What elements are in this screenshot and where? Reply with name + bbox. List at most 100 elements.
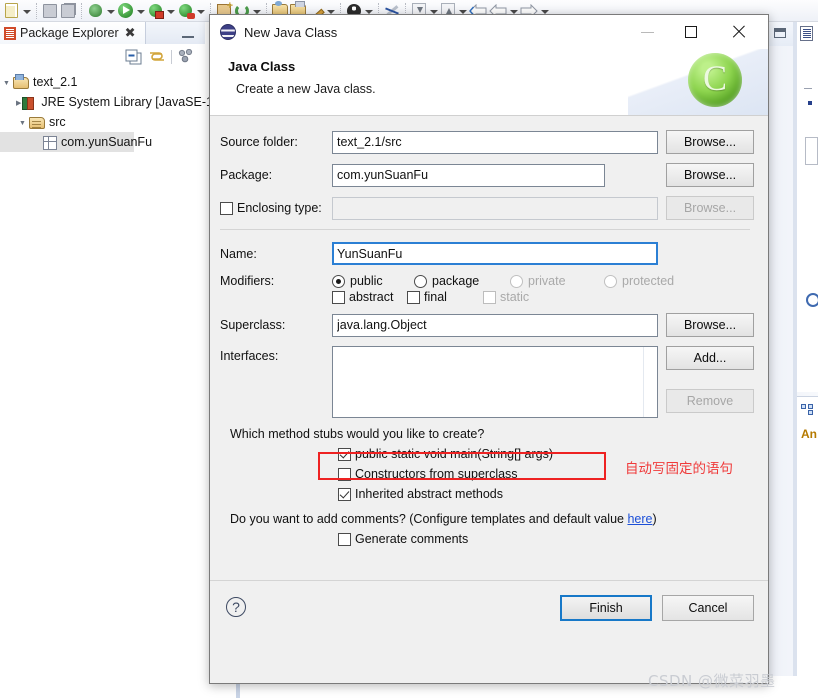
toolbar-run-as-button[interactable] [146,1,165,21]
modifiers-row: Modifiers: public package private protec… [220,274,754,288]
package-icon [43,135,57,150]
modifier-static-option[interactable]: static [483,290,529,304]
new-file-icon [5,3,18,18]
toolbar-save-button[interactable] [41,1,59,21]
logo-letter: C [702,58,727,98]
name-input[interactable] [332,242,658,265]
editor-content-circle [806,293,818,307]
link-with-editor-icon[interactable] [148,49,165,65]
toolbar-new-file-button[interactable] [2,1,21,21]
run-as-dropdown-arrow[interactable] [165,2,176,20]
tree-item-label: text_2.1 [33,75,78,89]
tree-item-src[interactable]: src [0,112,205,132]
twisty-expanded-icon[interactable] [0,77,13,87]
source-folder-browse-button[interactable]: Browse... [666,130,754,154]
modifier-package-option[interactable]: package [414,274,510,288]
tree-item-jre-library[interactable]: JRE System Library [JavaSE-1 [0,92,213,112]
minimize-view-icon[interactable] [182,30,194,39]
interfaces-scrollbar[interactable] [643,347,657,417]
twisty-expanded-icon[interactable] [16,117,29,127]
enclosing-type-browse-button[interactable]: Browse... [666,196,754,220]
dialog-titlebar[interactable]: New Java Class [210,15,768,49]
view-menu-icon[interactable] [178,48,195,65]
superclass-input[interactable] [332,313,658,337]
close-icon[interactable]: ✖ [125,25,136,41]
eclipse-logo-icon: C [688,53,742,107]
run-dropdown-arrow[interactable] [135,2,146,20]
editor-content-line [804,88,812,89]
vertical-divider [793,22,797,698]
new-file-dropdown-arrow[interactable] [21,2,32,20]
modifier-package-label: package [432,274,480,288]
modifier-protected-label: protected [622,274,675,288]
toolbar-coverage-button[interactable] [176,1,195,21]
modifier-static-checkbox[interactable] [483,290,496,304]
enclosing-type-row: Enclosing type: Browse... [220,196,754,220]
source-folder-label: Source folder: [220,135,298,149]
editor-content-dot [808,101,812,105]
superclass-row: Superclass: Browse... [220,313,754,337]
jre-library-icon [21,95,37,110]
restore-view-icon[interactable] [774,28,786,38]
tree-item-package[interactable]: com.yunSuanFu [0,132,152,152]
outline-icon [801,404,813,416]
package-input[interactable] [332,163,605,187]
dialog-title: New Java Class [244,24,338,40]
debug-dropdown-arrow[interactable] [105,2,116,20]
tab-package-explorer[interactable]: Package Explorer ✖ [0,22,146,44]
toolbar-run-button[interactable] [116,1,135,21]
dialog-footer: ? Finish Cancel [210,580,768,634]
close-button[interactable] [718,15,760,49]
enclosing-type-checkbox[interactable] [220,201,233,215]
source-folder-input[interactable] [332,130,658,154]
coverage-dropdown-arrow[interactable] [195,2,206,20]
tree-item-label: JRE System Library [JavaSE-1 [41,95,213,109]
enclosing-type-label-group[interactable]: Enclosing type: [220,201,332,215]
modifier-final-option[interactable]: final [407,290,483,304]
modifier-public-option[interactable]: public [332,274,414,288]
package-browse-button[interactable]: Browse... [666,163,754,187]
modifier-protected-option[interactable]: protected [604,274,674,288]
modifier-private-label: private [528,274,566,288]
modifier-package-radio[interactable] [414,274,427,288]
modifier-final-label: final [424,290,447,304]
stub-inherited-option[interactable]: Inherited abstract methods [338,484,754,504]
package-explorer-icon [4,26,16,40]
minimize-button[interactable] [626,15,668,49]
interfaces-list[interactable] [332,346,658,418]
modifier-private-radio[interactable] [510,274,523,288]
superclass-browse-button[interactable]: Browse... [666,313,754,337]
toolbar-debug-button[interactable] [86,1,105,21]
help-icon[interactable]: ? [226,597,246,617]
modifier-public-label: public [350,274,383,288]
modifier-public-radio[interactable] [332,274,345,288]
generate-comments-option[interactable]: Generate comments [338,529,754,549]
save-icon [43,3,57,18]
configure-templates-link[interactable]: here [627,512,652,526]
new-java-class-dialog: New Java Class Java Class Create a new J… [209,14,769,684]
generate-comments-checkbox[interactable] [338,532,351,546]
toolbar-save-all-button[interactable] [59,1,77,21]
run-as-icon [149,4,164,19]
modifier-private-option[interactable]: private [510,274,604,288]
collapse-all-icon[interactable] [125,49,142,65]
stub-inherited-label: Inherited abstract methods [355,487,503,501]
enclosing-type-input[interactable] [332,196,658,220]
modifier-flags-row: abstract final static [220,290,754,304]
dialog-header: Java Class Create a new Java class. C [210,49,768,115]
maximize-button[interactable] [670,15,712,49]
cancel-button[interactable]: Cancel [662,595,754,621]
modifier-abstract-option[interactable]: abstract [332,290,407,304]
stub-inherited-checkbox[interactable] [338,487,351,501]
dialog-content: Source folder: Browse... Package: Browse… [210,116,768,634]
interfaces-remove-button[interactable]: Remove [666,389,754,413]
interfaces-add-button[interactable]: Add... [666,346,754,370]
modifier-final-checkbox[interactable] [407,290,420,304]
name-row: Name: [220,242,754,265]
tree-item-project[interactable]: text_2.1 [0,72,205,92]
modifier-abstract-checkbox[interactable] [332,290,345,304]
modifier-protected-radio[interactable] [604,274,617,288]
editor-content-box [805,137,818,165]
tab-label: Package Explorer [20,26,119,40]
finish-button[interactable]: Finish [560,595,652,621]
